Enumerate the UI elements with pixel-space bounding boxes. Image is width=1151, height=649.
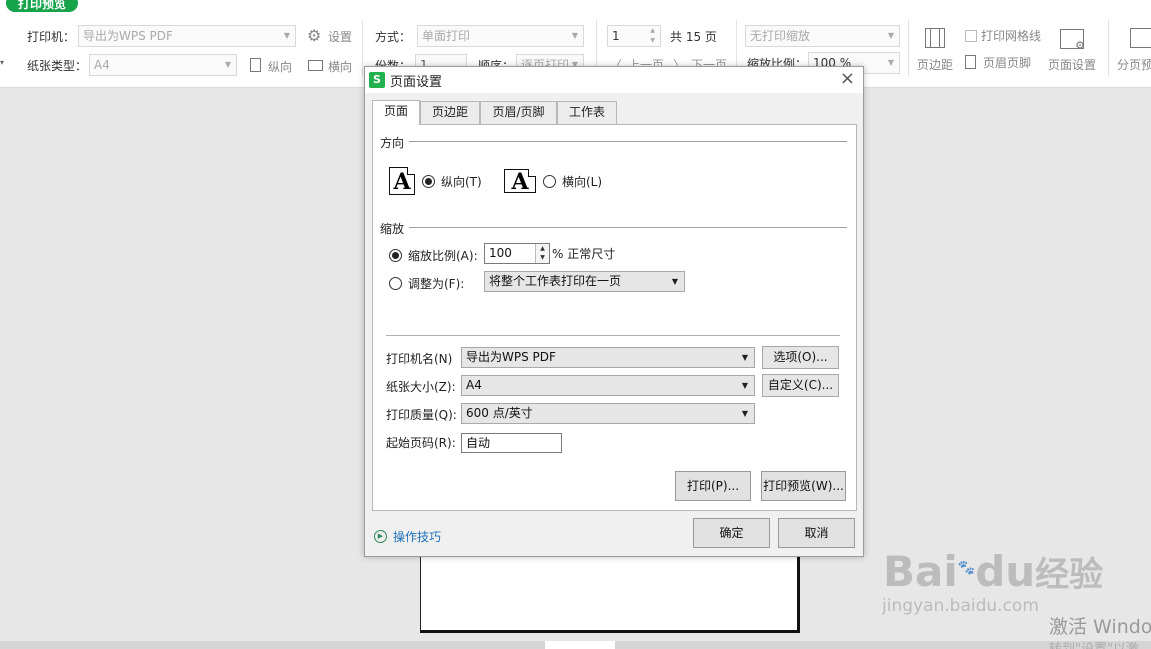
chevron-down-icon: ▼ — [283, 31, 290, 40]
tab-worksheet[interactable]: 工作表 — [557, 101, 617, 124]
chevron-down-icon: ▼ — [741, 353, 748, 362]
dialog-title: 页面设置 — [390, 75, 443, 90]
paper-size-label: 纸张大小(Z): — [386, 380, 456, 394]
page-number-input[interactable]: 1 ▲ ▼ — [607, 25, 661, 47]
ok-button[interactable]: 确定 — [693, 518, 770, 548]
chevron-down-icon: ▼ — [224, 60, 231, 69]
landscape-page-icon[interactable] — [308, 60, 323, 71]
toolbar-divider — [1108, 20, 1109, 76]
chevron-down-icon: ▼ — [887, 58, 894, 67]
chevron-down-icon: ▼ — [571, 31, 578, 40]
paw-icon: 🐾 — [957, 560, 976, 576]
play-icon[interactable]: ▶ — [374, 530, 387, 543]
method-select[interactable]: 单面打印 ▼ — [417, 25, 584, 47]
start-page-input[interactable]: 自动 — [461, 433, 562, 453]
tab-margins[interactable]: 页边距 — [420, 101, 480, 124]
zoom-section-title: 缩放 — [380, 222, 405, 236]
landscape-label[interactable]: 横向(L) — [562, 174, 602, 190]
section-divider — [386, 335, 840, 336]
page-break-icon[interactable] — [1130, 28, 1151, 48]
print-preview-tag[interactable]: 打印预览 — [6, 0, 79, 12]
landscape-orientation-icon: A — [504, 169, 536, 194]
printer-name-label: 打印机名(N) — [386, 352, 453, 366]
chevron-down-icon: ▼ — [671, 277, 678, 286]
printer-label: 打印机： — [27, 30, 76, 44]
portrait-page-icon[interactable] — [250, 58, 261, 72]
print-preview-button[interactable]: 打印预览(W)... — [761, 471, 846, 501]
total-pages: 共 15 页 — [670, 30, 717, 44]
portrait-orientation-icon: A — [389, 167, 415, 195]
fit-label[interactable]: 调整为(F): — [408, 276, 464, 292]
scale-label[interactable]: 缩放比例(A): — [408, 248, 478, 264]
portrait-radio[interactable] — [422, 175, 435, 188]
windows-activation-title: 激活 Windo — [1049, 616, 1151, 638]
scale-stepper[interactable]: 100 ▲ ▼ — [484, 243, 550, 264]
windows-activation-hint: 转到"设置"以激 — [1049, 638, 1139, 649]
scale-suffix: % 正常尺寸 — [552, 247, 616, 261]
header-footer-icon[interactable] — [965, 55, 976, 69]
toolbar-divider — [362, 20, 363, 76]
fit-select[interactable]: 将整个工作表打印在一页 ▼ — [484, 271, 685, 292]
spinner-icon[interactable]: ▲ ▼ — [535, 244, 549, 263]
margins-button[interactable]: 页边距 — [917, 56, 953, 74]
page-tab-panel: 方向 A 纵向(T) A 横向(L) 缩放 缩放比例(A): 100 ▲ ▼ % … — [372, 124, 857, 511]
portrait-button[interactable]: 纵向 — [268, 58, 292, 76]
portrait-label[interactable]: 纵向(T) — [441, 174, 482, 190]
paper-type-select[interactable]: A4 ▼ — [89, 54, 237, 76]
custom-size-button[interactable]: 自定义(C)... — [762, 374, 839, 397]
section-divider — [409, 227, 847, 228]
chevron-down-icon: ▼ — [887, 31, 894, 40]
scale-mode-select[interactable]: 无打印缩放 ▼ — [745, 25, 900, 47]
print-quality-select[interactable]: 600 点/英寸 ▼ — [461, 403, 755, 424]
start-page-label: 起始页码(R): — [386, 436, 456, 450]
settings-button[interactable]: 设置 — [328, 28, 352, 46]
method-label: 方式： — [375, 30, 412, 44]
margins-icon[interactable] — [925, 28, 945, 48]
page-setup-button[interactable]: 页面设置 — [1048, 56, 1096, 74]
header-footer-button[interactable]: 页眉页脚 — [983, 54, 1031, 72]
landscape-button[interactable]: 横向 — [328, 58, 352, 76]
page-break-preview-button[interactable]: 分页预 — [1117, 56, 1151, 74]
tips-link[interactable]: 操作技巧 — [393, 528, 441, 545]
dialog-titlebar[interactable]: S 页面设置 × — [365, 67, 863, 93]
sheet-tab-strip — [0, 641, 1151, 649]
tab-page[interactable]: 页面 — [372, 100, 420, 125]
page-setup-icon[interactable]: ⚙ — [1060, 29, 1085, 52]
landscape-radio[interactable] — [543, 175, 556, 188]
toolbar-left-chevron-icon[interactable]: ▾ — [0, 54, 4, 72]
gear-icon[interactable]: ⚙ — [307, 26, 321, 45]
options-button[interactable]: 选项(O)... — [762, 346, 839, 369]
gridlines-checkbox[interactable] — [965, 30, 977, 42]
chevron-down-icon: ▼ — [741, 409, 748, 418]
scale-radio[interactable] — [389, 249, 402, 262]
print-quality-label: 打印质量(Q): — [386, 408, 457, 422]
section-divider — [409, 141, 847, 142]
baidu-watermark-url: jingyan.baidu.com — [882, 596, 1039, 616]
tab-header-footer[interactable]: 页眉/页脚 — [480, 101, 557, 124]
print-preview-page — [420, 555, 800, 633]
paper-size-select[interactable]: A4 ▼ — [461, 375, 755, 396]
printer-name-select[interactable]: 导出为WPS PDF ▼ — [461, 347, 755, 368]
print-button[interactable]: 打印(P)... — [675, 471, 751, 501]
active-sheet-tab[interactable] — [545, 641, 615, 649]
fit-radio[interactable] — [389, 277, 402, 290]
orientation-section-title: 方向 — [380, 136, 405, 150]
paper-type-label: 纸张类型： — [27, 59, 88, 73]
cancel-button[interactable]: 取消 — [778, 518, 855, 548]
printer-select[interactable]: 导出为WPS PDF ▼ — [78, 25, 296, 47]
wps-logo-icon: S — [369, 72, 385, 88]
close-icon[interactable]: × — [840, 68, 855, 90]
gear-icon: ⚙ — [1075, 39, 1085, 52]
gridlines-label[interactable]: 打印网格线 — [981, 27, 1041, 45]
page-setup-dialog: S 页面设置 × 页面 页边距 页眉/页脚 工作表 方向 A 纵向(T) A 横… — [364, 66, 864, 557]
toolbar-divider — [908, 20, 909, 76]
spinner-icon[interactable]: ▲ ▼ — [650, 26, 655, 46]
baidu-watermark-logo: Bai🐾du经验 — [883, 547, 1104, 596]
chevron-down-icon: ▼ — [741, 381, 748, 390]
